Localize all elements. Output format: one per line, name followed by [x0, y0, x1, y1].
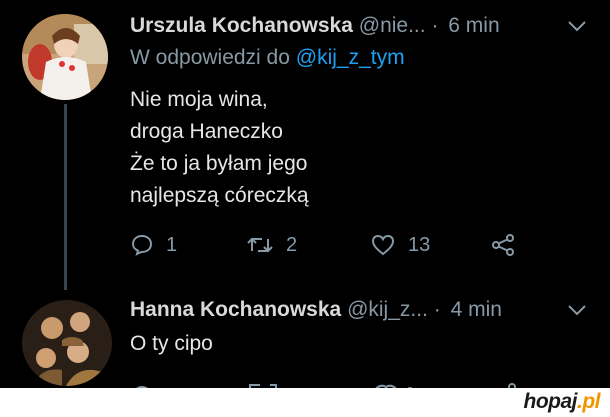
heart-icon [370, 233, 396, 257]
like-button[interactable]: 13 [370, 228, 430, 262]
retweet-icon [246, 233, 274, 257]
share-button[interactable] [490, 228, 516, 262]
user-handle[interactable]: @nie... [359, 14, 426, 37]
tweet-header: Urszula Kochanowska @nie... · 6 min [130, 12, 610, 40]
tweet-line: O ty cipo [130, 332, 213, 355]
separator-dot: · [433, 298, 441, 321]
avatar[interactable] [22, 14, 108, 100]
tweet-text: Nie moja wina, droga Haneczko Że to ja b… [130, 84, 309, 212]
tweet-actions: 1 2 13 [130, 228, 530, 262]
tweet-line: Nie moja wina, [130, 88, 268, 111]
speech-bubble-icon [130, 233, 154, 257]
timestamp[interactable]: 4 min [451, 298, 502, 321]
tweet-line: droga Haneczko [130, 120, 283, 143]
retweet-count: 2 [286, 233, 298, 256]
reply-button[interactable]: 1 [130, 228, 177, 262]
separator-dot: · [431, 14, 439, 37]
reply-count: 1 [166, 233, 178, 256]
reply-prefix: W odpowiedzi do [130, 46, 290, 69]
avatar[interactable] [22, 300, 112, 386]
display-name[interactable]: Hanna Kochanowska [130, 298, 341, 321]
tweet-text: O ty cipo [130, 328, 213, 360]
tweet-header: Hanna Kochanowska @kij_z... · 4 min [130, 296, 610, 324]
tweet[interactable]: Urszula Kochanowska @nie... · 6 min W od… [0, 0, 610, 290]
tweet[interactable]: Hanna Kochanowska @kij_z... · 4 min O ty… [0, 290, 610, 390]
chevron-down-icon[interactable] [566, 300, 588, 328]
display-name[interactable]: Urszula Kochanowska [130, 14, 353, 37]
watermark-bar: hopaj.pl [0, 388, 610, 417]
reply-mention-link[interactable]: @kij_z_tym [296, 46, 405, 69]
tweet-line: najlepszą córeczką [130, 184, 309, 207]
thread-line [64, 104, 67, 290]
share-icon [490, 233, 516, 257]
timestamp[interactable]: 6 min [448, 14, 499, 37]
watermark-logo: hopaj.pl [523, 390, 601, 413]
reply-context: W odpowiedzi do @kij_z_tym [130, 46, 405, 70]
chevron-down-icon[interactable] [566, 16, 588, 44]
tweet-line: Że to ja byłam jego [130, 152, 308, 175]
like-count: 13 [408, 233, 431, 256]
tweet-actions-partial [130, 378, 530, 388]
user-handle[interactable]: @kij_z... [347, 298, 428, 321]
retweet-button[interactable]: 2 [246, 228, 297, 262]
